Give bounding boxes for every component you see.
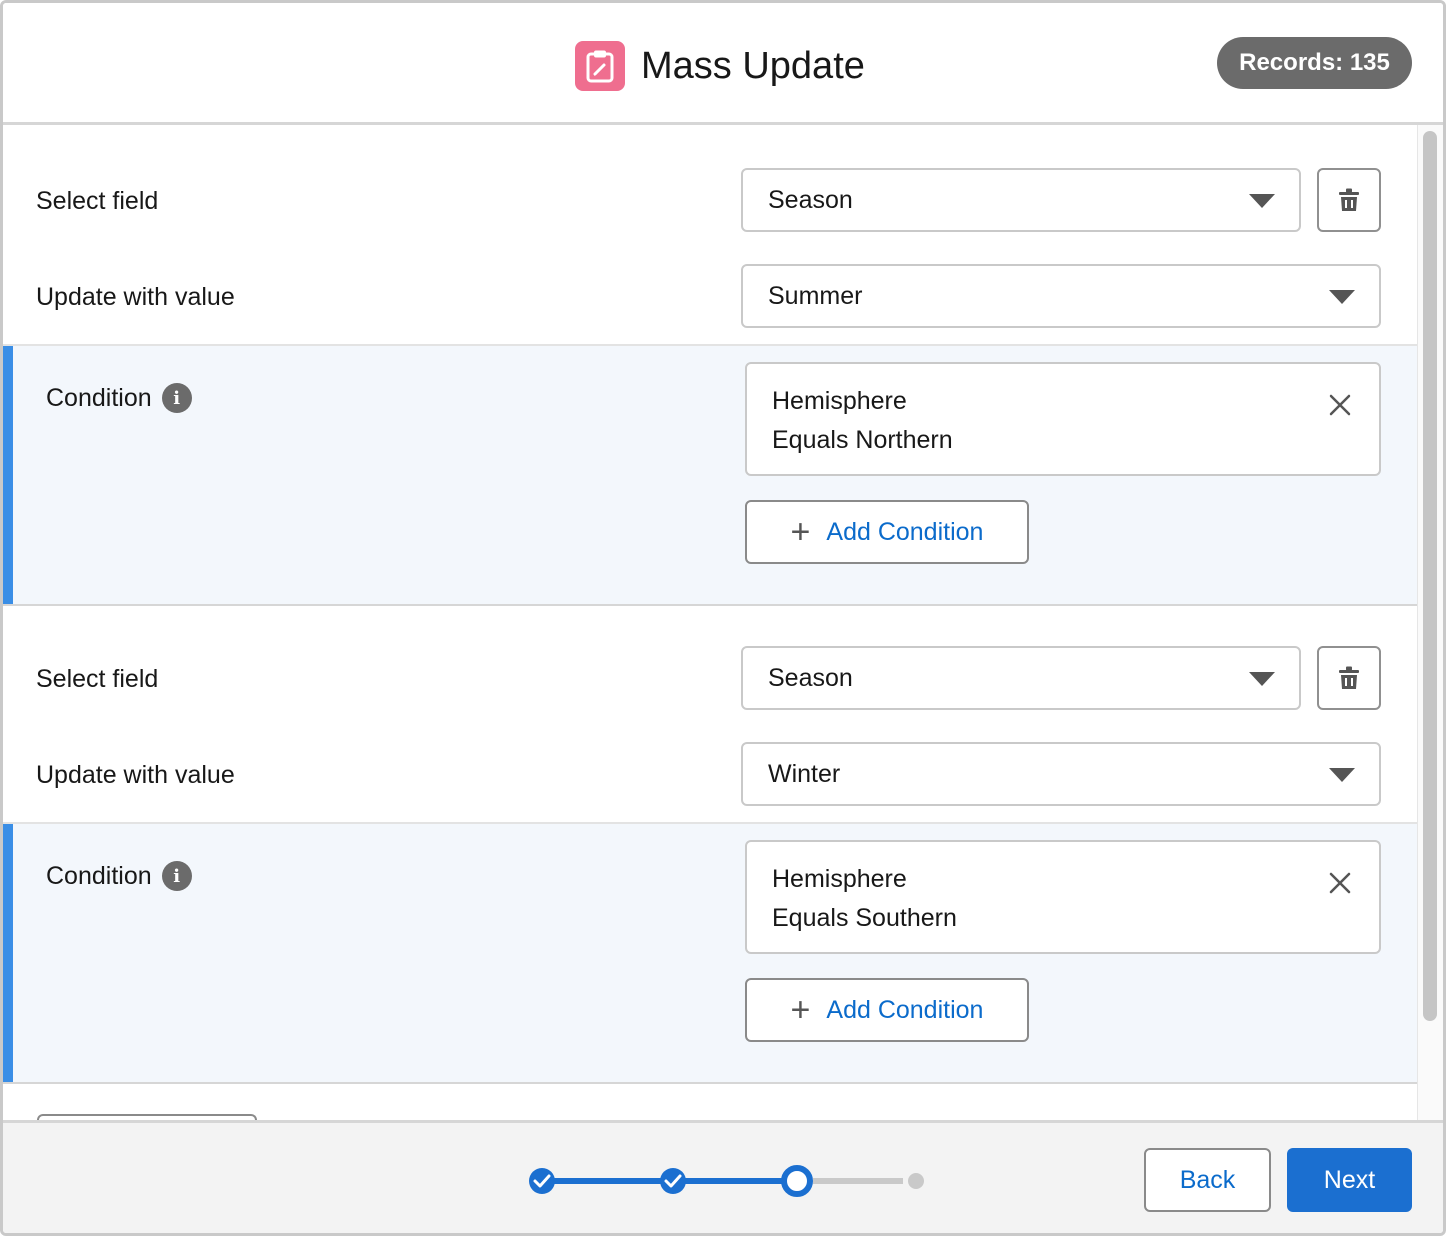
add-condition-label: Add Condition xyxy=(826,517,984,546)
trash-icon xyxy=(1339,666,1359,689)
condition-label: Condition xyxy=(46,861,152,890)
chevron-down-icon xyxy=(1249,672,1275,686)
select-field-label: Select field xyxy=(36,665,159,693)
condition-label: Condition xyxy=(46,383,152,412)
progress-step-current[interactable] xyxy=(781,1165,813,1197)
update-value-text: Winter xyxy=(768,759,841,788)
records-count-badge: Records: 135 xyxy=(1217,37,1412,89)
condition-field: Hemisphere xyxy=(772,865,907,893)
scrollbar-thumb[interactable] xyxy=(1423,131,1437,1021)
progress-step-complete[interactable] xyxy=(529,1168,555,1194)
condition-heading: Condition i xyxy=(46,383,192,413)
update-value-combobox[interactable]: Winter xyxy=(741,742,1381,806)
plus-icon: + xyxy=(790,513,811,551)
condition-accent-bar xyxy=(3,824,13,1082)
close-icon[interactable] xyxy=(1325,390,1355,420)
modal-title: Mass Update xyxy=(641,44,865,87)
modal-footer: Back Next xyxy=(3,1120,1443,1233)
trash-icon xyxy=(1339,188,1359,211)
info-icon[interactable]: i xyxy=(161,861,192,891)
condition-section: Condition i Hemisphere Equals Southern +… xyxy=(3,822,1417,1082)
next-button[interactable]: Next xyxy=(1287,1148,1412,1212)
clipboard-edit-icon xyxy=(575,41,625,91)
condition-section: Condition i Hemisphere Equals Northern +… xyxy=(3,344,1417,604)
update-with-value-label: Update with value xyxy=(36,283,235,311)
select-field-value: Season xyxy=(768,663,853,692)
add-condition-button[interactable]: + Add Condition xyxy=(745,978,1029,1042)
select-field-combobox[interactable]: Season xyxy=(741,168,1301,232)
delete-rule-button[interactable] xyxy=(1317,168,1381,232)
condition-heading: Condition i xyxy=(46,861,192,891)
close-icon[interactable] xyxy=(1325,868,1355,898)
condition-operator-value: Equals Northern xyxy=(772,426,953,454)
update-value-text: Summer xyxy=(768,281,863,310)
mass-update-modal: Mass Update Records: 135 Select field Se… xyxy=(0,0,1446,1236)
condition-operator-value: Equals Southern xyxy=(772,904,957,932)
chevron-down-icon xyxy=(1329,768,1355,782)
chevron-down-icon xyxy=(1329,290,1355,304)
add-condition-button[interactable]: + Add Condition xyxy=(745,500,1029,564)
section-divider xyxy=(3,604,1417,606)
select-field-combobox[interactable]: Season xyxy=(741,646,1301,710)
section-divider xyxy=(3,1082,1417,1084)
condition-card[interactable]: Hemisphere Equals Southern xyxy=(745,840,1381,954)
progress-step-upcoming[interactable] xyxy=(908,1173,924,1189)
condition-field: Hemisphere xyxy=(772,387,907,415)
progress-indicator xyxy=(529,1165,924,1197)
select-field-value: Season xyxy=(768,185,853,214)
update-value-combobox[interactable]: Summer xyxy=(741,264,1381,328)
delete-rule-button[interactable] xyxy=(1317,646,1381,710)
update-with-value-label: Update with value xyxy=(36,761,235,789)
select-field-label: Select field xyxy=(36,187,159,215)
add-condition-label: Add Condition xyxy=(826,995,984,1024)
back-button[interactable]: Back xyxy=(1144,1148,1271,1212)
plus-icon: + xyxy=(790,991,811,1029)
title-group: Mass Update xyxy=(575,41,865,91)
modal-header: Mass Update Records: 135 xyxy=(3,3,1443,125)
progress-step-complete[interactable] xyxy=(660,1168,686,1194)
chevron-down-icon xyxy=(1249,194,1275,208)
update-rules-list[interactable]: Select field Season Update with value Su… xyxy=(3,125,1417,1120)
condition-card[interactable]: Hemisphere Equals Northern xyxy=(745,362,1381,476)
condition-accent-bar xyxy=(3,346,13,604)
info-icon[interactable]: i xyxy=(161,383,192,413)
